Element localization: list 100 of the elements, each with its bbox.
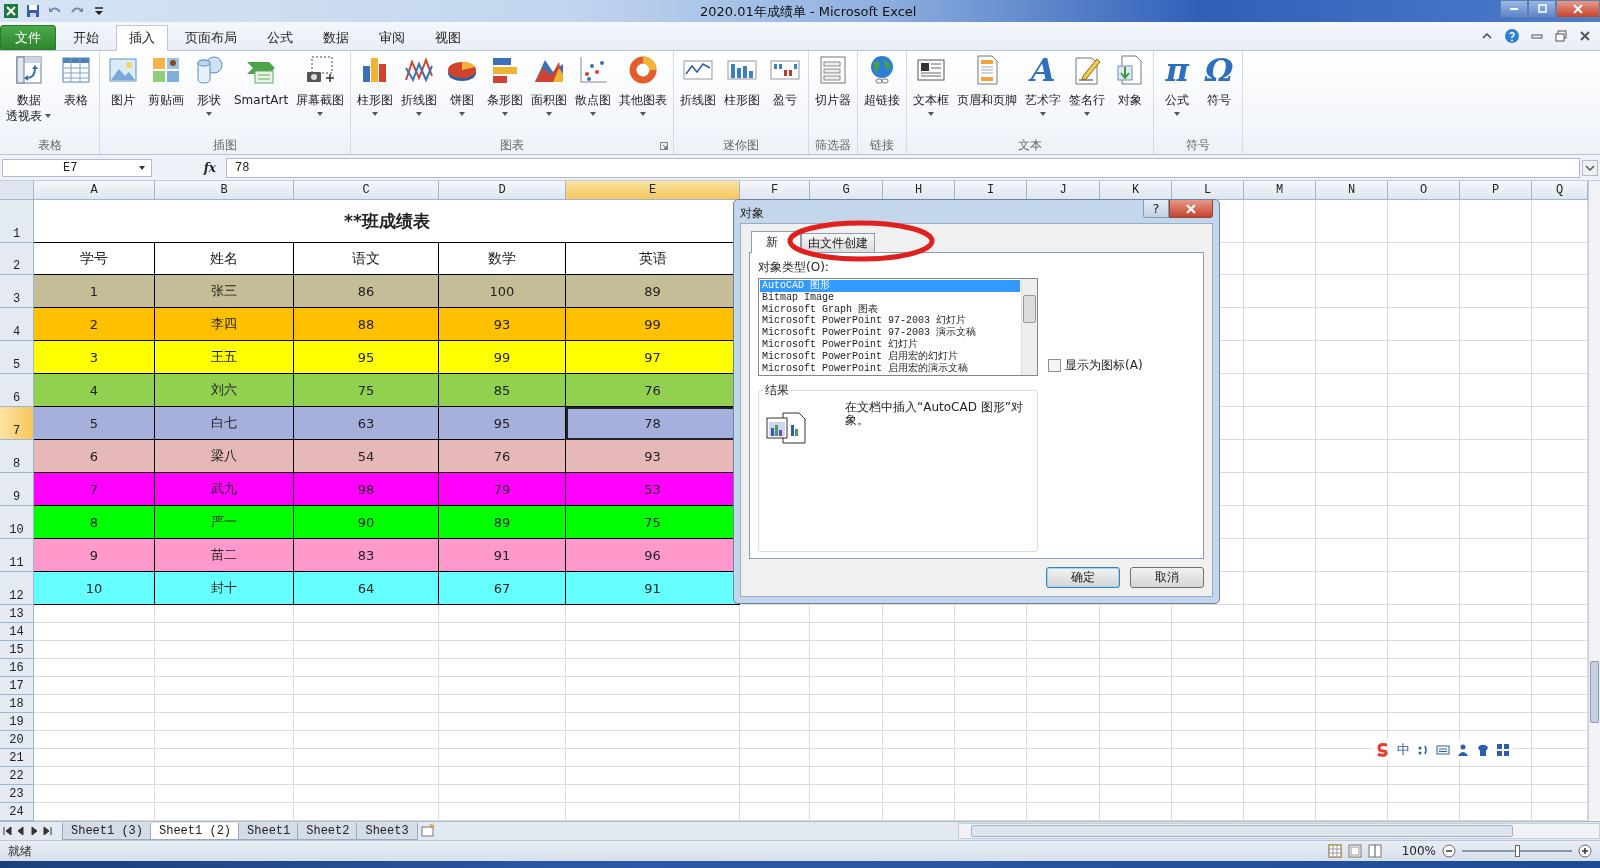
list-item[interactable]: Microsoft PowerPoint 幻灯片 bbox=[760, 339, 1020, 351]
ribbon-button[interactable]: 图片 bbox=[103, 51, 143, 136]
ribbon-tab[interactable]: 页面布局 bbox=[172, 25, 250, 50]
column-header[interactable]: C bbox=[294, 181, 439, 200]
help-icon[interactable] bbox=[1504, 28, 1520, 44]
row-header[interactable]: 15 bbox=[0, 641, 34, 659]
row-header[interactable]: 7 bbox=[0, 407, 34, 440]
display-as-icon-checkbox[interactable]: 显示为图标(A) bbox=[1048, 357, 1143, 376]
normal-view-icon[interactable] bbox=[1327, 844, 1342, 858]
row-header[interactable]: 9 bbox=[0, 473, 34, 506]
ribbon-button[interactable]: SmartArt bbox=[231, 51, 292, 136]
ribbon-button[interactable]: 签名行 bbox=[1066, 51, 1109, 136]
ribbon-button[interactable]: 其他图表 bbox=[616, 51, 671, 136]
zoom-out-icon[interactable] bbox=[1442, 844, 1456, 858]
row-header[interactable]: 11 bbox=[0, 539, 34, 572]
ribbon-tab[interactable]: 数据 bbox=[310, 25, 362, 50]
column-header[interactable]: L bbox=[1172, 181, 1244, 200]
column-header[interactable]: O bbox=[1388, 181, 1460, 200]
list-item[interactable]: Microsoft PowerPoint 启用宏的幻灯片 bbox=[760, 350, 1020, 363]
column-header[interactable]: Q bbox=[1532, 181, 1588, 200]
page-break-view-icon[interactable] bbox=[1367, 844, 1382, 858]
ime-logo-icon[interactable] bbox=[1375, 742, 1391, 758]
punctuation-icon[interactable] bbox=[1416, 743, 1430, 757]
column-header[interactable]: A bbox=[34, 181, 155, 200]
sheet-tab[interactable]: Sheet1 bbox=[238, 822, 300, 840]
ribbon-button[interactable]: π 公式 bbox=[1157, 51, 1198, 136]
row-header[interactable]: 19 bbox=[0, 713, 34, 731]
row-header[interactable]: 21 bbox=[0, 749, 34, 767]
ok-button[interactable]: 确定 bbox=[1046, 567, 1120, 588]
keyboard-icon[interactable] bbox=[1436, 743, 1450, 757]
spreadsheet-app-icon[interactable] bbox=[3, 3, 19, 19]
row-header[interactable]: 23 bbox=[0, 785, 34, 803]
dialog-tab[interactable]: 由文件创建 bbox=[801, 233, 875, 252]
restore-button[interactable] bbox=[1528, 0, 1556, 18]
ribbon-button[interactable]: 条形图 bbox=[484, 51, 527, 136]
help-button[interactable]: ? bbox=[1143, 200, 1169, 218]
ribbon-button[interactable]: 剪贴画 bbox=[145, 51, 187, 136]
list-item[interactable]: Bitmap Image bbox=[760, 291, 1020, 304]
ribbon-tab[interactable]: 审阅 bbox=[366, 25, 418, 50]
row-header[interactable]: 12 bbox=[0, 572, 34, 605]
ribbon-button[interactable]: 屏幕截图 bbox=[293, 51, 348, 136]
ribbon-button[interactable]: 散点图 bbox=[572, 51, 615, 136]
column-header[interactable]: M bbox=[1244, 181, 1316, 200]
row-header[interactable]: 13 bbox=[0, 605, 34, 623]
row-header[interactable]: 4 bbox=[0, 308, 34, 341]
ribbon-tab[interactable]: 视图 bbox=[422, 25, 474, 50]
close-button[interactable] bbox=[1169, 200, 1213, 218]
dialog-launcher-icon[interactable] bbox=[660, 142, 669, 150]
ribbon-tab[interactable]: 公式 bbox=[254, 25, 306, 50]
row-header[interactable]: 5 bbox=[0, 341, 34, 374]
row-header[interactable]: 14 bbox=[0, 623, 34, 641]
ribbon-button[interactable]: 切片器 bbox=[812, 51, 855, 136]
zoom-level[interactable]: 100% bbox=[1401, 844, 1436, 858]
input-mode[interactable]: 中 bbox=[1397, 741, 1410, 759]
column-header[interactable]: B bbox=[155, 181, 294, 200]
vertical-scrollbar[interactable] bbox=[1588, 181, 1600, 821]
ribbon-button[interactable]: 形状 bbox=[189, 51, 229, 136]
row-header[interactable]: 22 bbox=[0, 767, 34, 785]
ribbon-button[interactable]: 柱形图 bbox=[354, 51, 397, 136]
row-header[interactable]: 24 bbox=[0, 803, 34, 821]
row-header[interactable]: 16 bbox=[0, 659, 34, 677]
ribbon-tab[interactable]: 插入 bbox=[116, 25, 168, 51]
close-icon[interactable] bbox=[1578, 29, 1592, 43]
name-box[interactable]: E7 bbox=[2, 158, 152, 177]
row-header[interactable]: 6 bbox=[0, 374, 34, 407]
ribbon-tab[interactable]: 开始 bbox=[60, 25, 112, 50]
row-header[interactable]: 20 bbox=[0, 731, 34, 749]
row-header[interactable]: 2 bbox=[0, 243, 34, 275]
ribbon-button[interactable]: 饼图 bbox=[442, 51, 483, 136]
checkbox[interactable] bbox=[1048, 359, 1061, 372]
insert-function-button[interactable]: fx bbox=[195, 160, 224, 175]
list-scrollbar[interactable] bbox=[1021, 279, 1037, 375]
zoom-slider[interactable] bbox=[1462, 844, 1572, 858]
page-layout-view-icon[interactable] bbox=[1347, 844, 1362, 858]
sheet-tab[interactable]: Sheet1 (2) bbox=[150, 822, 241, 840]
row-header[interactable]: 10 bbox=[0, 506, 34, 539]
column-header[interactable]: P bbox=[1460, 181, 1532, 200]
save-icon[interactable] bbox=[25, 3, 41, 19]
list-item[interactable]: Microsoft PowerPoint 启用宏的演示文稿 bbox=[760, 362, 1020, 375]
zoom-in-icon[interactable] bbox=[1578, 844, 1592, 858]
expand-formula-icon[interactable] bbox=[1582, 159, 1598, 176]
sheet-tab[interactable]: Sheet2 bbox=[297, 822, 359, 840]
cancel-button[interactable]: 取消 bbox=[1130, 567, 1204, 588]
ribbon-button[interactable]: 盈亏 bbox=[765, 51, 806, 136]
column-header[interactable]: D bbox=[439, 181, 566, 200]
column-header[interactable]: N bbox=[1316, 181, 1388, 200]
ribbon-button[interactable]: 表格 bbox=[56, 51, 96, 136]
sheet-tab[interactable]: Sheet3 bbox=[356, 822, 418, 840]
ribbon-button[interactable]: 折线图 bbox=[398, 51, 441, 136]
shirt-icon[interactable] bbox=[1476, 743, 1490, 757]
list-item[interactable]: Microsoft Graph 图表 bbox=[760, 303, 1020, 316]
restore-icon[interactable] bbox=[1554, 29, 1568, 43]
list-item[interactable]: Microsoft PowerPoint 97-2003 演示文稿 bbox=[760, 327, 1020, 339]
ribbon-button[interactable]: 对象 bbox=[1110, 51, 1151, 136]
ribbon-button[interactable]: 柱形图 bbox=[721, 51, 764, 136]
insert-sheet-icon[interactable] bbox=[419, 823, 436, 839]
person-icon[interactable] bbox=[1456, 743, 1470, 757]
horizontal-scrollbar[interactable] bbox=[957, 823, 1600, 839]
column-header[interactable]: E bbox=[566, 181, 740, 200]
row-header[interactable]: 17 bbox=[0, 677, 34, 695]
